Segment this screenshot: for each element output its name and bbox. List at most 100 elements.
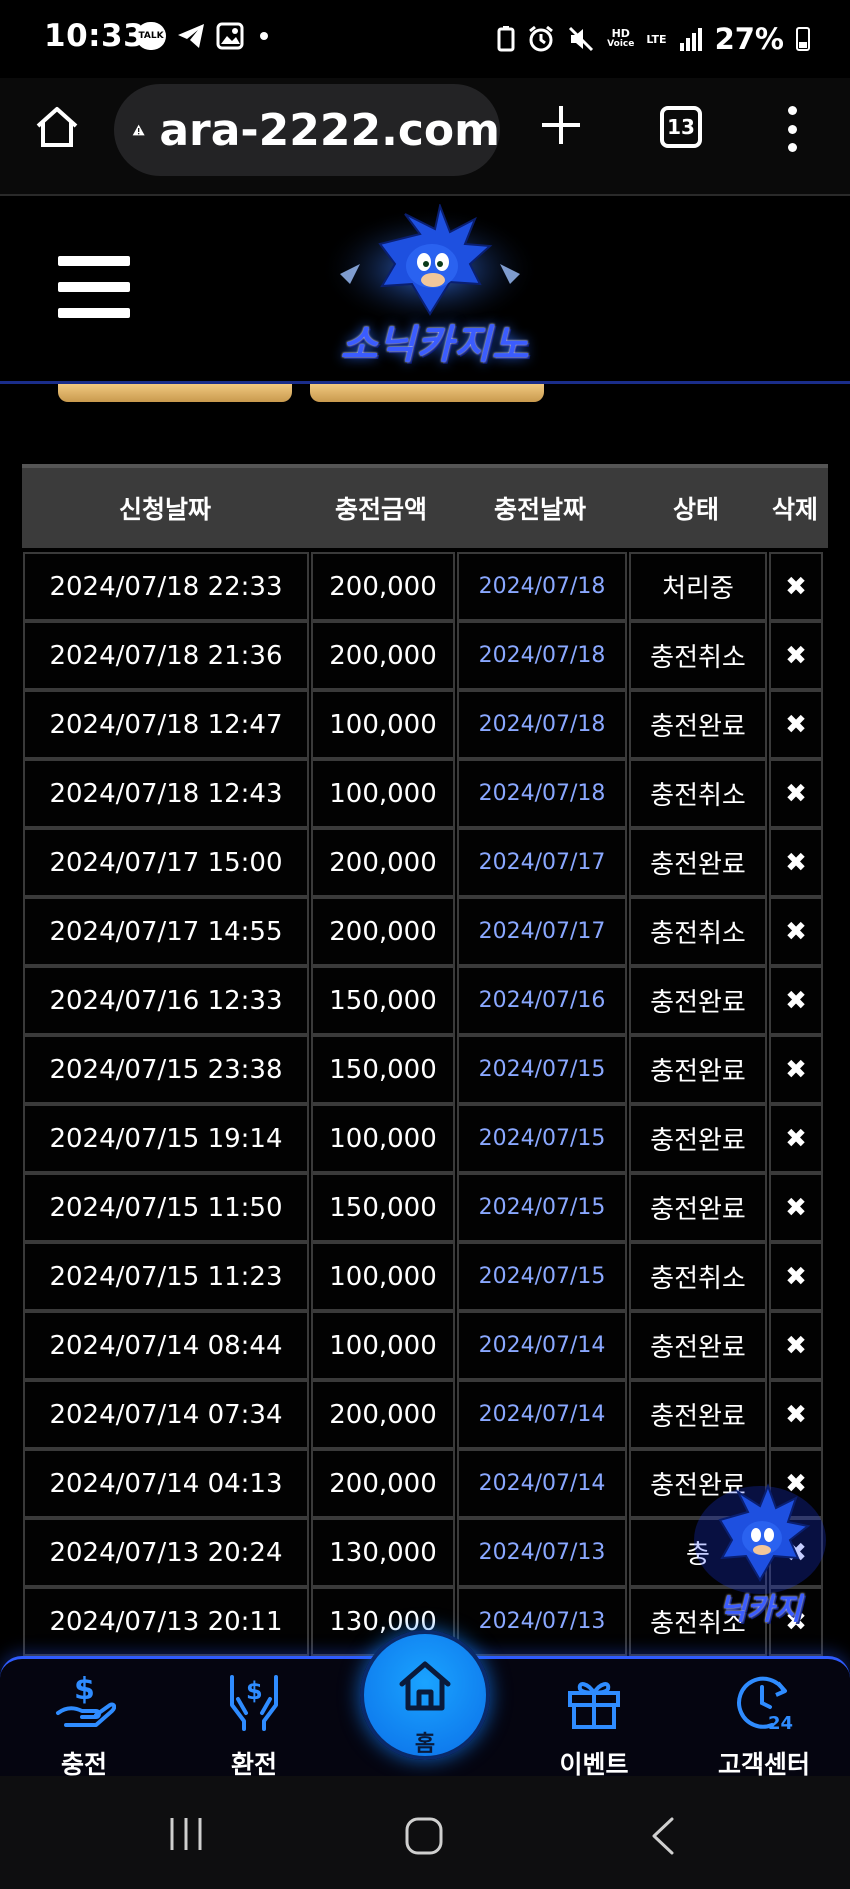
- battery-icon: [796, 27, 810, 51]
- table-row: 2024/07/15 23:38 150,000 2024/07/15 충전완료 ✖: [22, 1035, 828, 1104]
- cell-request-date: 2024/07/15 23:38: [23, 1035, 309, 1104]
- address-bar[interactable]: ara-2222.com: [114, 84, 500, 176]
- delete-icon[interactable]: ✖: [769, 690, 823, 759]
- cell-status: 충전완료: [629, 1173, 767, 1242]
- logo-text: 소닉카지노: [340, 322, 530, 368]
- battery-percent: 27%: [714, 22, 784, 56]
- tab-switcher-button[interactable]: 13: [660, 106, 702, 148]
- delete-icon[interactable]: ✖: [769, 1380, 823, 1449]
- delete-icon[interactable]: ✖: [769, 621, 823, 690]
- table-row: 2024/07/15 11:50 150,000 2024/07/15 충전완료 ✖: [22, 1173, 828, 1242]
- delete-icon[interactable]: ✖: [769, 1242, 823, 1311]
- nav-home-button[interactable]: 홈: [360, 1630, 490, 1760]
- table-row: 2024/07/17 14:55 200,000 2024/07/17 충전취소 ✖: [22, 897, 828, 966]
- back-icon[interactable]: [648, 1816, 678, 1856]
- cell-charge-date: 2024/07/18: [457, 690, 627, 759]
- warning-icon[interactable]: [132, 112, 145, 148]
- cell-request-date: 2024/07/17 15:00: [23, 828, 309, 897]
- status-bar: 10:33 TALK HD Voice LTE 27%: [0, 0, 850, 78]
- cell-charge-date: 2024/07/18: [457, 552, 627, 621]
- cell-status: 충전완료: [629, 1380, 767, 1449]
- svg-text:$: $: [246, 1677, 263, 1705]
- delete-icon[interactable]: ✖: [769, 966, 823, 1035]
- nav-charge[interactable]: $ 충전: [24, 1669, 144, 1781]
- kakaotalk-icon: TALK: [136, 22, 166, 50]
- site-logo[interactable]: 소닉카지노: [300, 204, 560, 374]
- table-row: 2024/07/15 19:14 100,000 2024/07/15 충전완료 ✖: [22, 1104, 828, 1173]
- cell-request-date: 2024/07/18 22:33: [23, 552, 309, 621]
- cell-amount: 150,000: [311, 1035, 455, 1104]
- cell-amount: 150,000: [311, 1173, 455, 1242]
- cell-amount: 100,000: [311, 759, 455, 828]
- tab-stubs: [0, 384, 850, 404]
- header-request-date: 신청날짜: [118, 495, 211, 524]
- table-row: 2024/07/18 12:43 100,000 2024/07/18 충전취소 ✖: [22, 759, 828, 828]
- deposit-hand-icon: $: [56, 1672, 117, 1727]
- cell-request-date: 2024/07/18 12:43: [23, 759, 309, 828]
- cell-charge-date: 2024/07/15: [457, 1035, 627, 1104]
- cell-request-date: 2024/07/13 20:11: [23, 1587, 309, 1656]
- cell-charge-date: 2024/07/15: [457, 1104, 627, 1173]
- cell-status: 충전취소: [629, 897, 767, 966]
- browser-toolbar: ara-2222.com 13: [0, 78, 850, 196]
- floating-mascot-button[interactable]: 닉카지: [690, 1480, 830, 1630]
- battery-saver-icon: [497, 26, 515, 52]
- cell-amount: 150,000: [311, 966, 455, 1035]
- table-row: 2024/07/18 22:33 200,000 2024/07/18 처리중 ✖: [22, 552, 828, 621]
- header-charge-date: 충전날짜: [493, 495, 586, 524]
- delete-icon[interactable]: ✖: [769, 828, 823, 897]
- nav-home-label: 홈: [414, 1732, 436, 1757]
- cell-amount: 100,000: [311, 1242, 455, 1311]
- cell-status: 충전완료: [629, 690, 767, 759]
- cell-charge-date: 2024/07/18: [457, 759, 627, 828]
- browser-home-icon[interactable]: [34, 104, 80, 150]
- cell-charge-date: 2024/07/17: [457, 897, 627, 966]
- svg-text:$: $: [74, 1672, 95, 1707]
- cell-status: 충전취소: [629, 1242, 767, 1311]
- telegram-icon: [178, 24, 204, 48]
- support-24-text: 24: [768, 1713, 793, 1733]
- cell-charge-date: 2024/07/15: [457, 1242, 627, 1311]
- cell-status: 충전완료: [629, 966, 767, 1035]
- table-row: 2024/07/17 15:00 200,000 2024/07/17 충전완료 ✖: [22, 828, 828, 897]
- cell-request-date: 2024/07/18 12:47: [23, 690, 309, 759]
- nav-exchange[interactable]: $ 환전: [194, 1669, 314, 1781]
- browser-menu-icon[interactable]: [784, 106, 800, 152]
- cell-amount: 100,000: [311, 1311, 455, 1380]
- withdraw-hands-icon: $: [230, 1675, 278, 1731]
- hamburger-menu-icon[interactable]: [58, 256, 130, 318]
- delete-icon[interactable]: ✖: [769, 1104, 823, 1173]
- android-navigation-bar: [0, 1776, 850, 1889]
- home-nav-icon[interactable]: [404, 1816, 444, 1856]
- delete-icon[interactable]: ✖: [769, 552, 823, 621]
- delete-icon[interactable]: ✖: [769, 1311, 823, 1380]
- recent-apps-icon[interactable]: [166, 1816, 206, 1852]
- delete-icon[interactable]: ✖: [769, 1035, 823, 1104]
- mute-icon: [569, 26, 594, 52]
- nav-event[interactable]: 이벤트: [534, 1669, 654, 1781]
- cell-charge-date: 2024/07/13: [457, 1518, 627, 1587]
- url-text[interactable]: ara-2222.com: [159, 105, 500, 156]
- notification-icons: TALK: [136, 22, 268, 50]
- delete-icon[interactable]: ✖: [769, 1173, 823, 1242]
- cell-request-date: 2024/07/13 20:24: [23, 1518, 309, 1587]
- cell-amount: 200,000: [311, 621, 455, 690]
- cell-charge-date: 2024/07/14: [457, 1380, 627, 1449]
- new-tab-icon[interactable]: [536, 100, 586, 150]
- cell-request-date: 2024/07/16 12:33: [23, 966, 309, 1035]
- header-delete: 삭제: [771, 495, 818, 524]
- cell-charge-date: 2024/07/18: [457, 621, 627, 690]
- cell-request-date: 2024/07/17 14:55: [23, 897, 309, 966]
- more-notifications-dot: [260, 32, 268, 40]
- cell-status: 충전취소: [629, 621, 767, 690]
- cell-amount: 200,000: [311, 1380, 455, 1449]
- table-row: 2024/07/14 08:44 100,000 2024/07/14 충전완료 ✖: [22, 1311, 828, 1380]
- table-row: 2024/07/18 21:36 200,000 2024/07/18 충전취소 ✖: [22, 621, 828, 690]
- delete-icon[interactable]: ✖: [769, 897, 823, 966]
- cell-request-date: 2024/07/14 04:13: [23, 1449, 309, 1518]
- cell-request-date: 2024/07/15 11:23: [23, 1242, 309, 1311]
- nav-support[interactable]: 24 고객센터: [704, 1669, 824, 1781]
- tab-stub-left[interactable]: [58, 384, 292, 402]
- tab-stub-right[interactable]: [310, 384, 544, 402]
- delete-icon[interactable]: ✖: [769, 759, 823, 828]
